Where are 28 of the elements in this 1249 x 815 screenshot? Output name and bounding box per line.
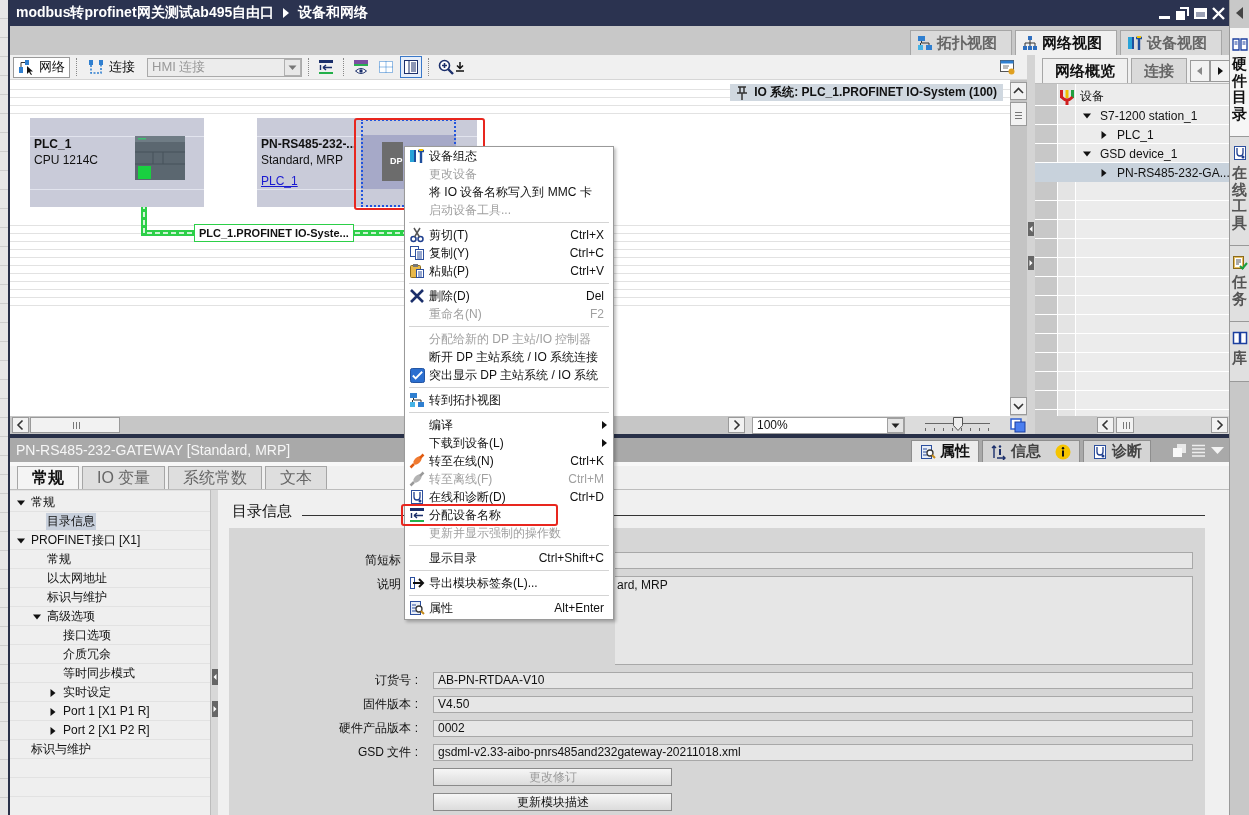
shortcut-text: Ctrl+M [568,472,604,486]
device-type: CPU 1214C [34,152,100,168]
field-label: 硬件产品版本 : [338,720,419,737]
shortcut-text: Alt+Enter [554,601,604,615]
section-title: 目录信息 [232,501,292,521]
field-label: 说明 [376,576,402,593]
shortcut-text: Ctrl+Shift+C [538,551,604,565]
window-title: modbus转profinet网关测试ab495自由口 [16,4,275,22]
shortcut-text: Ctrl+X [570,228,604,242]
field-label: 订货号 : [374,672,419,689]
shortcut-text: Ctrl+V [570,264,604,278]
shortcut-text: F2 [590,307,604,321]
shortcut-text: Del [586,289,604,303]
device-type: Standard, MRP [261,152,345,168]
shortcut-text: Ctrl+D [569,490,604,504]
inspector-title: PN-RS485-232-GATEWAY [Standard, MRP] [16,442,291,458]
window-title: 设备和网络 [298,4,369,22]
field-label: 简短标 [364,552,402,569]
io-system-text: IO 系统: PLC_1.PROFINET IO-System (100) [754,84,997,101]
io-module: DP [382,142,403,181]
device-name: PLC_1 [34,136,73,152]
column-header: 设备 [1080,88,1104,105]
device-name: PN-RS485-232-... [261,136,358,152]
network-label: PLC_1.PROFINET IO-Syste... [194,224,354,242]
shortcut-text: Ctrl+K [570,454,604,468]
field-label: 固件版本 : [362,696,419,713]
field-label: GSD 文件 : [357,744,419,761]
shortcut-text: Ctrl+C [569,246,604,260]
